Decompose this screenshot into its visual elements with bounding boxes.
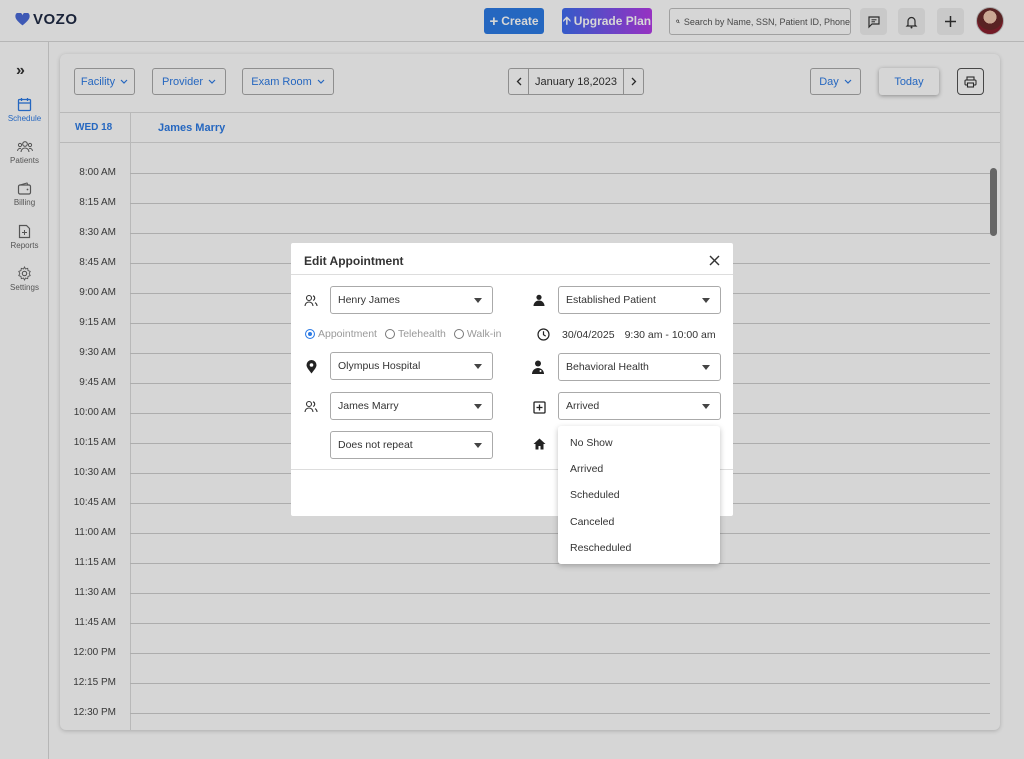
radio-telehealth-label: Telehealth (397, 328, 446, 340)
appointment-datetime[interactable]: 30/04/2025 9:30 am - 10:00 am (562, 329, 716, 341)
patient-select[interactable]: Henry James (330, 286, 493, 314)
person-icon (532, 293, 546, 307)
radio-selected-icon (305, 329, 315, 339)
status-option-canceled[interactable]: Canceled (558, 509, 720, 535)
caret-down-icon (702, 365, 710, 370)
close-icon (709, 255, 720, 266)
caret-down-icon (474, 364, 482, 369)
radio-walk-in-label: Walk-in (466, 328, 502, 340)
status-option-arrived[interactable]: Arrived (558, 456, 720, 482)
caret-down-icon (474, 298, 482, 303)
repeat-select-value: Does not repeat (338, 439, 413, 451)
status-option-rescheduled[interactable]: Rescheduled (558, 535, 720, 561)
modal-header: Edit Appointment (291, 243, 733, 275)
specialty-select[interactable]: Behavioral Health (558, 353, 721, 381)
repeat-select[interactable]: Does not repeat (330, 431, 493, 459)
status-option-scheduled[interactable]: Scheduled (558, 482, 720, 508)
status-select[interactable]: Arrived (558, 392, 721, 420)
radio-unselected-icon (453, 329, 464, 339)
status-select-value: Arrived (566, 400, 600, 412)
users-icon (304, 293, 318, 307)
caret-down-icon (474, 404, 482, 409)
radio-walk-in[interactable]: Walk-in (453, 328, 502, 340)
facility-select-value: Olympus Hospital (338, 360, 421, 372)
patient-type-select[interactable]: Established Patient (558, 286, 721, 314)
location-pin-icon (304, 360, 318, 374)
users-icon (304, 399, 318, 413)
provider-select-value: James Marry (338, 400, 399, 412)
status-dropdown-menu: No Show Arrived Scheduled Canceled Resch… (558, 426, 720, 564)
specialty-select-value: Behavioral Health (566, 361, 649, 373)
modal-title: Edit Appointment (304, 254, 404, 268)
radio-unselected-icon (384, 329, 395, 339)
appointment-date: 30/04/2025 (562, 329, 615, 341)
clock-icon (536, 327, 550, 341)
caret-down-icon (702, 298, 710, 303)
close-button[interactable] (709, 253, 720, 271)
provider-select[interactable]: James Marry (330, 392, 493, 420)
facility-select[interactable]: Olympus Hospital (330, 352, 493, 380)
patient-type-value: Established Patient (566, 294, 656, 306)
radio-telehealth[interactable]: Telehealth (384, 328, 446, 340)
medical-plus-icon (532, 400, 546, 414)
caret-down-icon (702, 404, 710, 409)
radio-appointment[interactable]: Appointment (305, 328, 377, 340)
home-icon (532, 437, 546, 451)
radio-appointment-label: Appointment (318, 328, 377, 340)
patient-select-value: Henry James (338, 294, 400, 306)
caret-down-icon (474, 443, 482, 448)
status-option-no-show[interactable]: No Show (558, 430, 720, 456)
appointment-time: 9:30 am - 10:00 am (624, 329, 716, 341)
doctor-icon (531, 360, 545, 374)
appointment-type-group: Appointment Telehealth Walk-in (305, 328, 501, 340)
